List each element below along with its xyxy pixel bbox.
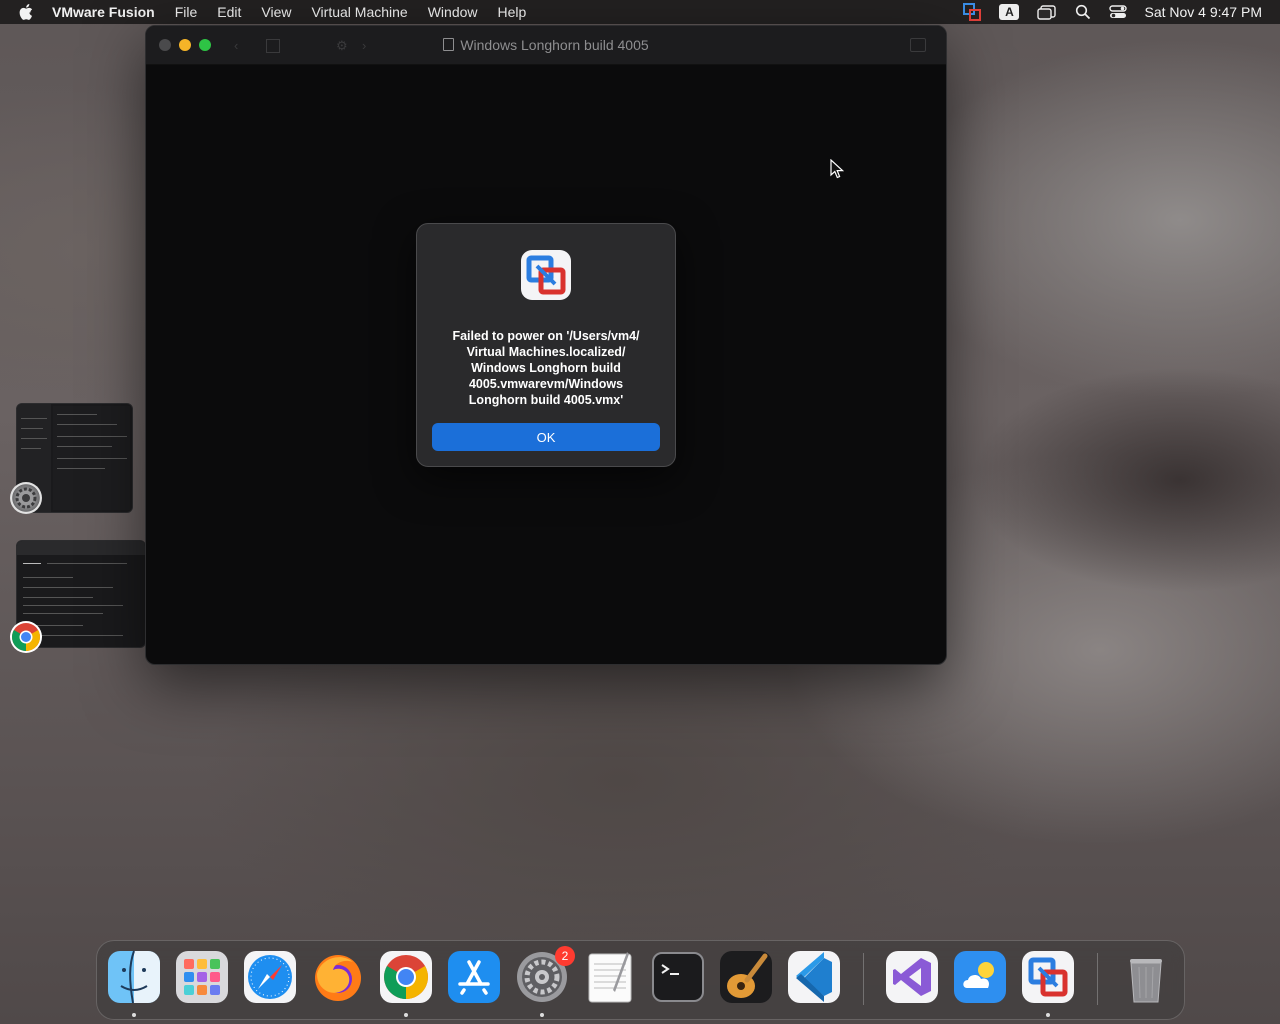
menu-edit[interactable]: Edit: [207, 0, 251, 24]
finder-icon: [108, 950, 160, 1004]
dock-vmware-running-indicator: [1046, 1013, 1050, 1017]
vmware-fusion-app-icon: [520, 249, 572, 301]
error-dialog: Failed to power on '/Users/vm4/ Virtual …: [416, 223, 676, 467]
window-title: Windows Longhorn build 4005: [460, 37, 649, 53]
window-title-area: Windows Longhorn build 4005: [146, 37, 946, 53]
control-center-icon[interactable]: [1109, 4, 1128, 20]
dock-app-store[interactable]: [447, 950, 501, 1004]
dock-separator: [863, 953, 864, 1005]
dock-system-settings[interactable]: 2: [515, 946, 575, 1004]
dialog-message: Failed to power on '/Users/vm4/ Virtual …: [452, 329, 640, 407]
weather-icon: [954, 951, 1006, 1003]
window-titlebar: ‹ ⚙ › Windows Longhorn build 4005: [146, 26, 946, 65]
dock-chrome[interactable]: [379, 950, 433, 1004]
status-area: A Sat Nov 4 9:47 PM: [954, 0, 1280, 24]
dock-safari[interactable]: [243, 950, 297, 1004]
dock: 2: [96, 940, 1185, 1020]
textedit-icon: [588, 952, 632, 1003]
chrome-icon: [10, 621, 42, 653]
menu-bar: VMware Fusion File Edit View Virtual Mac…: [0, 0, 1280, 24]
visual-studio-icon: [886, 951, 938, 1003]
menu-app-name[interactable]: VMware Fusion: [52, 0, 165, 24]
vmware-fusion-icon: [1022, 951, 1074, 1003]
launchpad-icon: [176, 951, 228, 1003]
menu-window[interactable]: Window: [418, 0, 488, 24]
trash-icon: [1130, 959, 1162, 1003]
notification-badge: 2: [555, 946, 575, 966]
dock-finder-running-indicator: [132, 1013, 136, 1017]
dock-terminal[interactable]: [651, 950, 705, 1004]
safari-icon: [244, 951, 296, 1003]
terminal-icon: [652, 952, 704, 1002]
menu-virtual-machine[interactable]: Virtual Machine: [301, 0, 417, 24]
apple-menu-icon[interactable]: [18, 4, 34, 20]
dock-garageband[interactable]: [719, 950, 773, 1004]
garageband-icon: [720, 951, 772, 1003]
system-settings-icon: [10, 482, 42, 514]
dock-system-settings-running-indicator: [540, 1013, 544, 1017]
menu-help[interactable]: Help: [488, 0, 537, 24]
dock-separator-2: [1097, 953, 1098, 1005]
dock-firefox[interactable]: [311, 950, 365, 1004]
dock-trash[interactable]: [1119, 950, 1173, 1004]
dock-vmware-fusion[interactable]: [1021, 950, 1075, 1004]
search-icon[interactable]: [1075, 4, 1091, 20]
dock-visual-studio[interactable]: [885, 950, 939, 1004]
mouse-pointer-icon: [830, 158, 845, 184]
menu-file[interactable]: File: [165, 0, 208, 24]
vscode-icon: [788, 951, 840, 1003]
input-source-icon[interactable]: A: [999, 4, 1020, 20]
dock-vscode[interactable]: [787, 950, 841, 1004]
dock-textedit[interactable]: [583, 950, 637, 1004]
dock-weather[interactable]: [953, 950, 1007, 1004]
fullscreen-toggle-icon[interactable]: [910, 38, 926, 52]
firefox-icon: [315, 955, 361, 1001]
ok-button[interactable]: OK: [432, 423, 660, 451]
dock-launchpad[interactable]: [175, 950, 229, 1004]
dock-chrome-running-indicator: [404, 1013, 408, 1017]
input-source-label: A: [999, 4, 1020, 20]
vmware-fusion-icon[interactable]: [963, 3, 982, 21]
dock-finder[interactable]: [107, 950, 161, 1004]
app-store-icon: [448, 951, 500, 1003]
chrome-icon: [380, 951, 432, 1003]
menu-view[interactable]: View: [251, 0, 301, 24]
window-icon[interactable]: [1037, 4, 1057, 20]
menu-clock[interactable]: Sat Nov 4 9:47 PM: [1144, 4, 1262, 20]
document-icon: [443, 38, 455, 51]
